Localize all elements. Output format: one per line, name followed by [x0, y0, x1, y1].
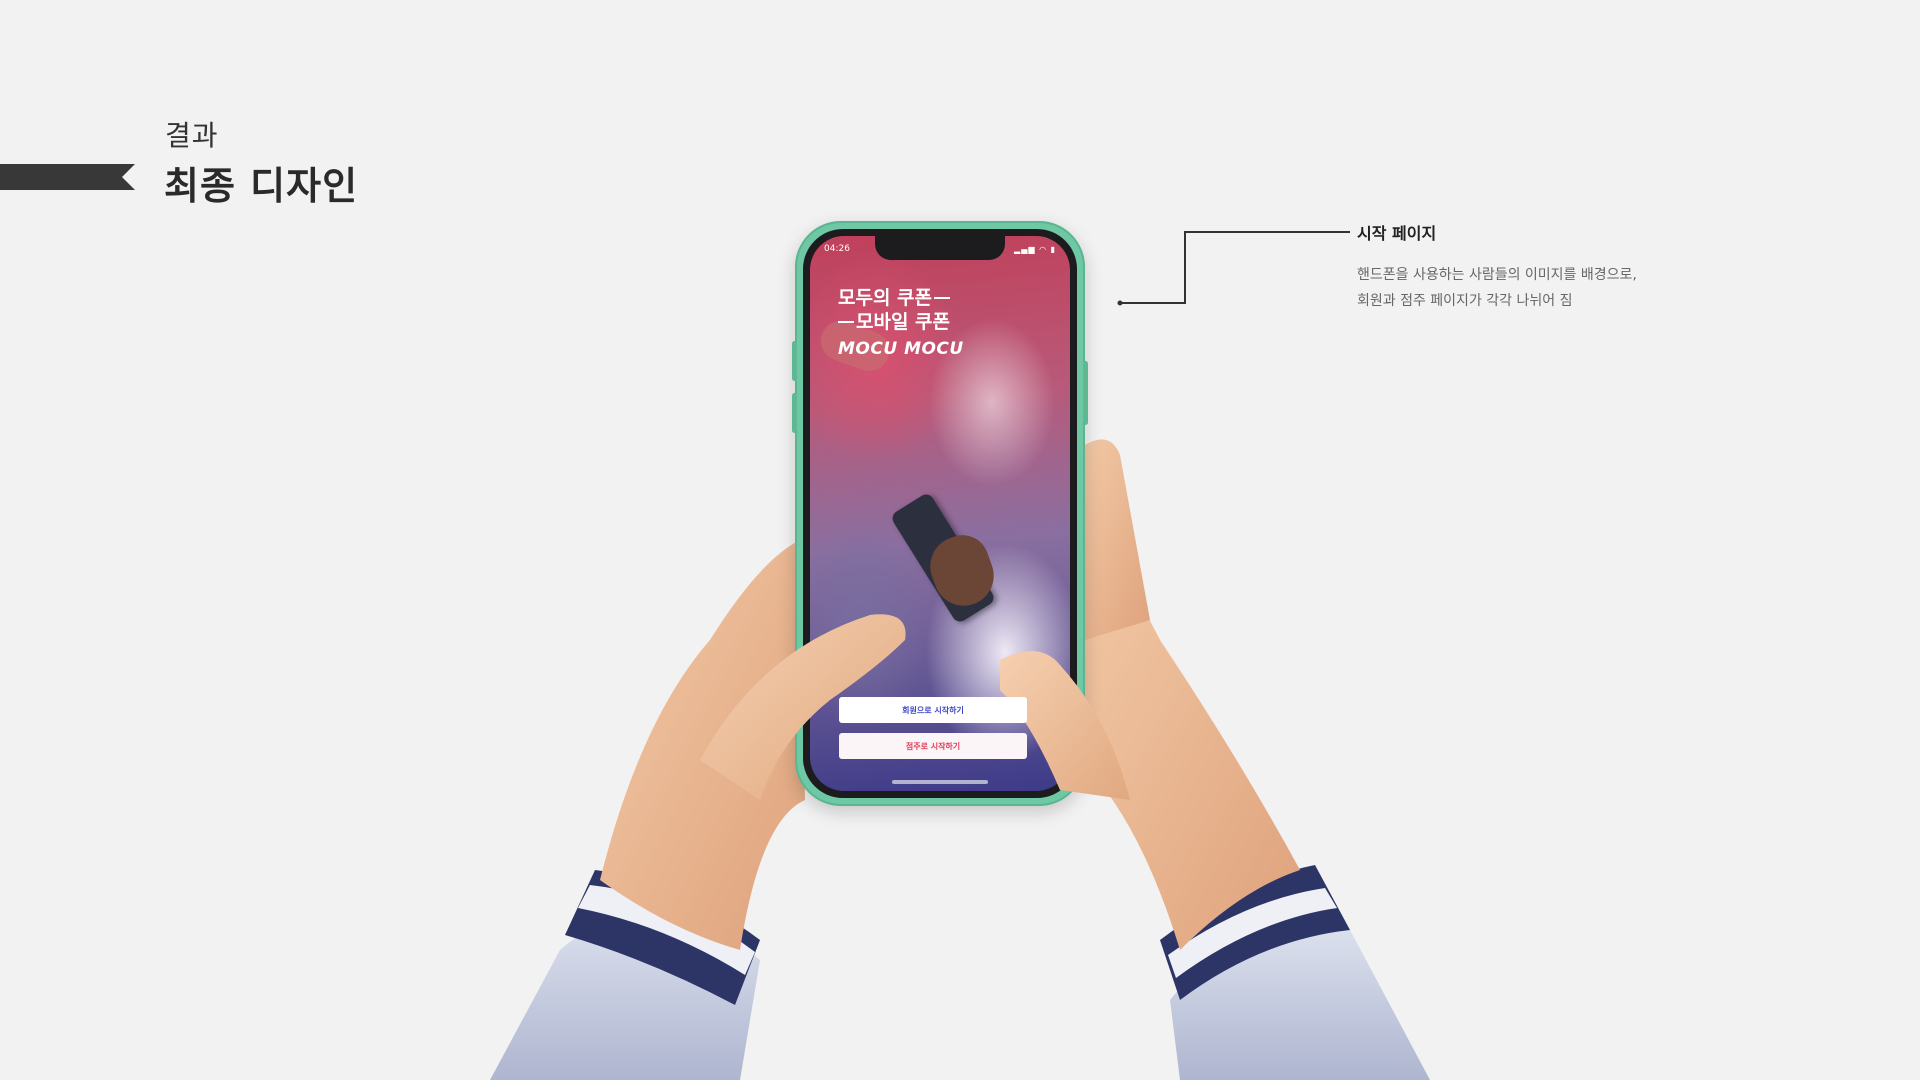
signal-icon: ▂▄▆: [1014, 245, 1036, 254]
app-start-screen: 04:26 ▂▄▆ ◠ ▮ 모두의 쿠폰 모바일 쿠폰 MOCU MOCU 회원…: [810, 236, 1070, 791]
start-as-owner-button[interactable]: 점주로 시작하기: [839, 733, 1027, 759]
phone-notch: [875, 236, 1005, 260]
app-brand: MOCU MOCU: [838, 339, 964, 359]
phone-power-button: [1083, 361, 1088, 425]
headline-line: 모두의 쿠폰: [838, 287, 933, 309]
status-icons: ▂▄▆ ◠ ▮: [1014, 245, 1056, 254]
phone-bezel: 04:26 ▂▄▆ ◠ ▮ 모두의 쿠폰 모바일 쿠폰 MOCU MOCU 회원…: [803, 229, 1077, 798]
phone-volume-button: [792, 341, 797, 381]
home-indicator: [892, 780, 988, 784]
headline-dash: [838, 321, 854, 323]
battery-icon: ▮: [1050, 245, 1056, 254]
headline-line: 모바일 쿠폰: [856, 311, 951, 333]
status-time: 04:26: [824, 244, 850, 254]
start-as-member-button[interactable]: 회원으로 시작하기: [839, 697, 1027, 723]
left-hand: [600, 540, 805, 950]
headline-dash: [934, 297, 951, 299]
app-headline: 모두의 쿠폰 모바일 쿠폰: [838, 286, 951, 334]
wifi-icon: ◠: [1039, 245, 1048, 254]
phone-volume-button: [792, 393, 797, 433]
phone-mockup: 04:26 ▂▄▆ ◠ ▮ 모두의 쿠폰 모바일 쿠폰 MOCU MOCU 회원…: [792, 221, 1088, 806]
